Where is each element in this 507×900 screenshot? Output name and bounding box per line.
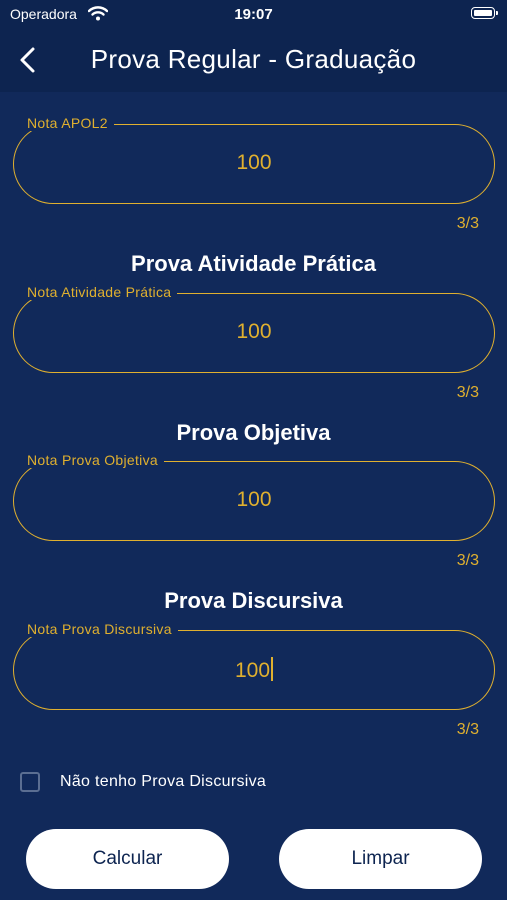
discursiva-field[interactable]: Nota Prova Discursiva 100 — [13, 621, 495, 710]
pratica-field-label: Nota Atividade Prática — [23, 284, 178, 300]
no-discursive-checkbox-label: Não tenho Prova Discursiva — [60, 773, 267, 790]
section-title-discursiva: Prova Discursiva — [164, 588, 343, 613]
pratica-field[interactable]: Nota Atividade Prática 100 — [13, 284, 495, 373]
text-caret — [271, 657, 274, 681]
limpar-button[interactable]: Limpar — [279, 829, 482, 889]
apol2-field[interactable]: Nota APOL2 100 — [13, 115, 495, 204]
pratica-value[interactable]: 100 — [13, 320, 495, 344]
discursiva-field-label: Nota Prova Discursiva — [23, 621, 178, 637]
section-title-pratica: Prova Atividade Prática — [131, 251, 376, 276]
battery-icon — [471, 7, 498, 19]
objetiva-field-label: Nota Prova Objetiva — [23, 452, 164, 468]
apol2-counter: 3/3 — [456, 215, 479, 232]
status-time: 19:07 — [234, 6, 273, 23]
objetiva-field[interactable]: Nota Prova Objetiva 100 — [13, 452, 495, 541]
apol2-value[interactable]: 100 — [13, 151, 495, 175]
objetiva-counter: 3/3 — [456, 552, 479, 569]
no-discursive-checkbox-row[interactable]: Não tenho Prova Discursiva — [20, 770, 400, 794]
apol2-field-label: Nota APOL2 — [23, 115, 114, 131]
pratica-counter: 3/3 — [456, 384, 479, 401]
status-bar: Operadora 19:07 — [0, 0, 507, 28]
page-title: Prova Regular - Graduação — [90, 44, 417, 74]
section-title-objetiva: Prova Objetiva — [176, 420, 331, 445]
discursiva-value-wrap[interactable]: 100 — [13, 657, 495, 683]
navigation-bar: Prova Regular - Graduação — [0, 28, 507, 92]
discursiva-value: 100 — [234, 659, 271, 682]
objetiva-value[interactable]: 100 — [13, 488, 495, 512]
calcular-button[interactable]: Calcular — [26, 829, 229, 889]
no-discursive-checkbox[interactable] — [20, 772, 40, 792]
discursiva-counter: 3/3 — [456, 721, 479, 738]
